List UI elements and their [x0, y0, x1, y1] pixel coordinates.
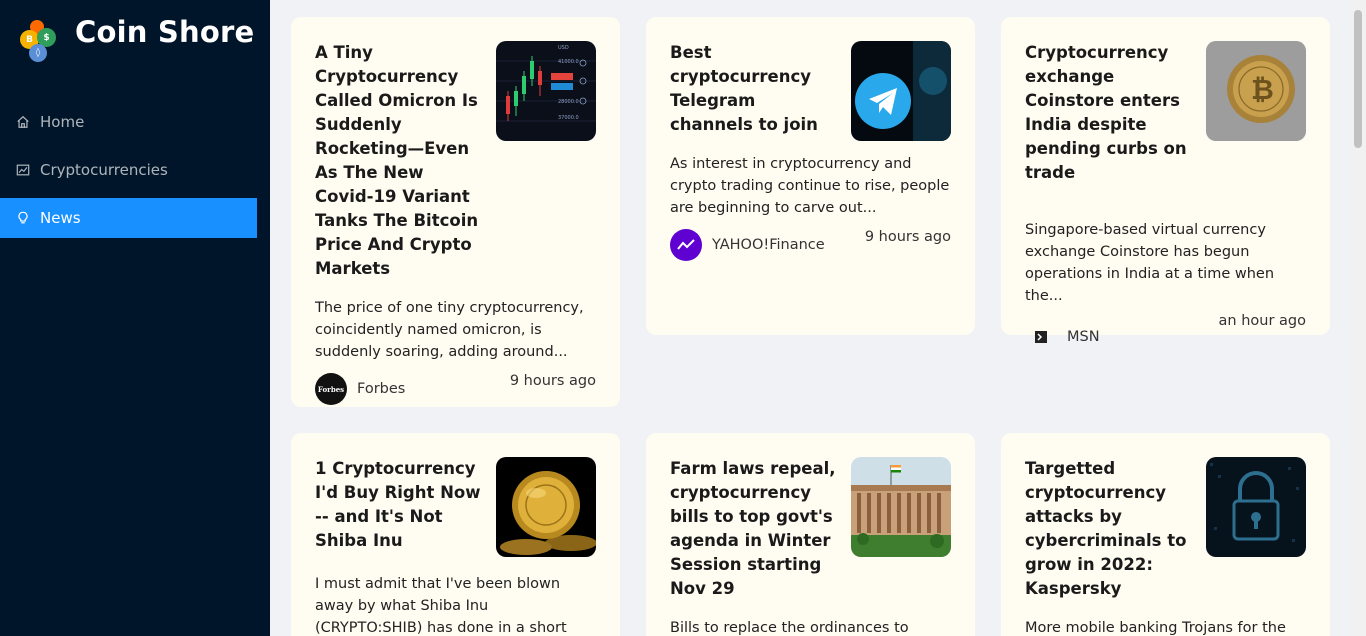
provider-name: Forbes [357, 381, 406, 397]
news-description: I must admit that I've been blown away b… [315, 576, 567, 636]
provider-name: YAHOO!Finance [712, 237, 825, 253]
news-title[interactable]: Farm laws repeal, cryptocurrency bills t… [670, 457, 840, 601]
news-title[interactable]: 1 Cryptocurrency I'd Buy Right Now -- an… [315, 457, 485, 557]
yahoo-finance-avatar [670, 229, 702, 261]
sidebar-menu: Home Cryptocurrencies News [0, 102, 257, 246]
svg-text:28000.0: 28000.0 [558, 99, 579, 105]
bitcoin-coin-image: ₿ [1206, 41, 1306, 141]
scrollbar-thumb[interactable] [1354, 10, 1362, 148]
news-card[interactable]: Farm laws repeal, cryptocurrency bills t… [646, 433, 975, 636]
telegram-logo-image [851, 41, 951, 141]
news-description: As interest in cryptocurrency and crypto… [670, 156, 950, 216]
svg-text:USD: USD [558, 45, 569, 51]
news-provider: YAHOO!Finance [670, 229, 825, 261]
digital-lock-image [1206, 457, 1306, 557]
news-card[interactable]: A Tiny Cryptocurrency Called Omicron Is … [291, 17, 620, 407]
news-description: The price of one tiny cryptocurrency, co… [315, 300, 584, 360]
msn-avatar [1025, 321, 1057, 353]
news-time: 9 hours ago [509, 373, 596, 389]
provider-name: MSN [1067, 329, 1100, 345]
home-icon [16, 115, 30, 129]
news-description: More mobile banking Trojans for the [1025, 620, 1286, 636]
app-logo[interactable]: B $ ◊ [20, 18, 62, 64]
news-title[interactable]: A Tiny Cryptocurrency Called Omicron Is … [315, 41, 485, 281]
news-provider: Forbes Forbes [315, 373, 405, 405]
news-description: Bills to replace the ordinances to [670, 620, 909, 636]
news-card[interactable]: Cryptocurrency exchange Coinstore enters… [1001, 17, 1330, 345]
crypto-coins-logo-icon: B $ ◊ [20, 18, 62, 64]
news-title[interactable]: Best cryptocurrency Telegram channels to… [670, 41, 840, 141]
sidebar: B $ ◊ Coin Shore Home Cryptocurrencies N… [0, 0, 270, 636]
news-card[interactable]: Targetted cryptocurrency attacks by cybe… [1001, 433, 1330, 636]
sidebar-item-label: Home [40, 113, 85, 131]
news-time: an hour ago [1218, 313, 1306, 329]
svg-text:₿: ₿ [1251, 73, 1274, 106]
sidebar-item-news[interactable]: News [0, 198, 257, 238]
bulb-icon [16, 211, 30, 225]
news-card[interactable]: Best cryptocurrency Telegram channels to… [646, 17, 975, 335]
news-grid: A Tiny Cryptocurrency Called Omicron Is … [270, 0, 1350, 636]
page-scrollbar[interactable] [1350, 0, 1366, 636]
news-card[interactable]: 1 Cryptocurrency I'd Buy Right Now -- an… [291, 433, 620, 636]
gold-coins-image [496, 457, 596, 557]
news-provider: MSN [1025, 321, 1100, 353]
sidebar-item-home[interactable]: Home [0, 102, 257, 142]
fund-icon [16, 163, 30, 177]
news-title[interactable]: Cryptocurrency exchange Coinstore enters… [1025, 41, 1195, 185]
parliament-image [851, 457, 951, 557]
svg-text:37000.0: 37000.0 [558, 115, 579, 121]
news-title[interactable]: Targetted cryptocurrency attacks by cybe… [1025, 457, 1195, 601]
forbes-avatar: Forbes [315, 373, 347, 405]
news-description: Singapore-based virtual currency exchang… [1025, 222, 1275, 304]
sidebar-item-label: News [40, 209, 81, 227]
sidebar-item-cryptocurrencies[interactable]: Cryptocurrencies [0, 150, 257, 190]
trading-chart-image: USD 41000.0 28000.0 37000.0 [496, 41, 596, 141]
sidebar-item-label: Cryptocurrencies [40, 161, 168, 179]
svg-text:41000.0: 41000.0 [558, 59, 579, 65]
news-time: 9 hours ago [864, 229, 951, 245]
app-title[interactable]: Coin Shore [75, 15, 254, 49]
